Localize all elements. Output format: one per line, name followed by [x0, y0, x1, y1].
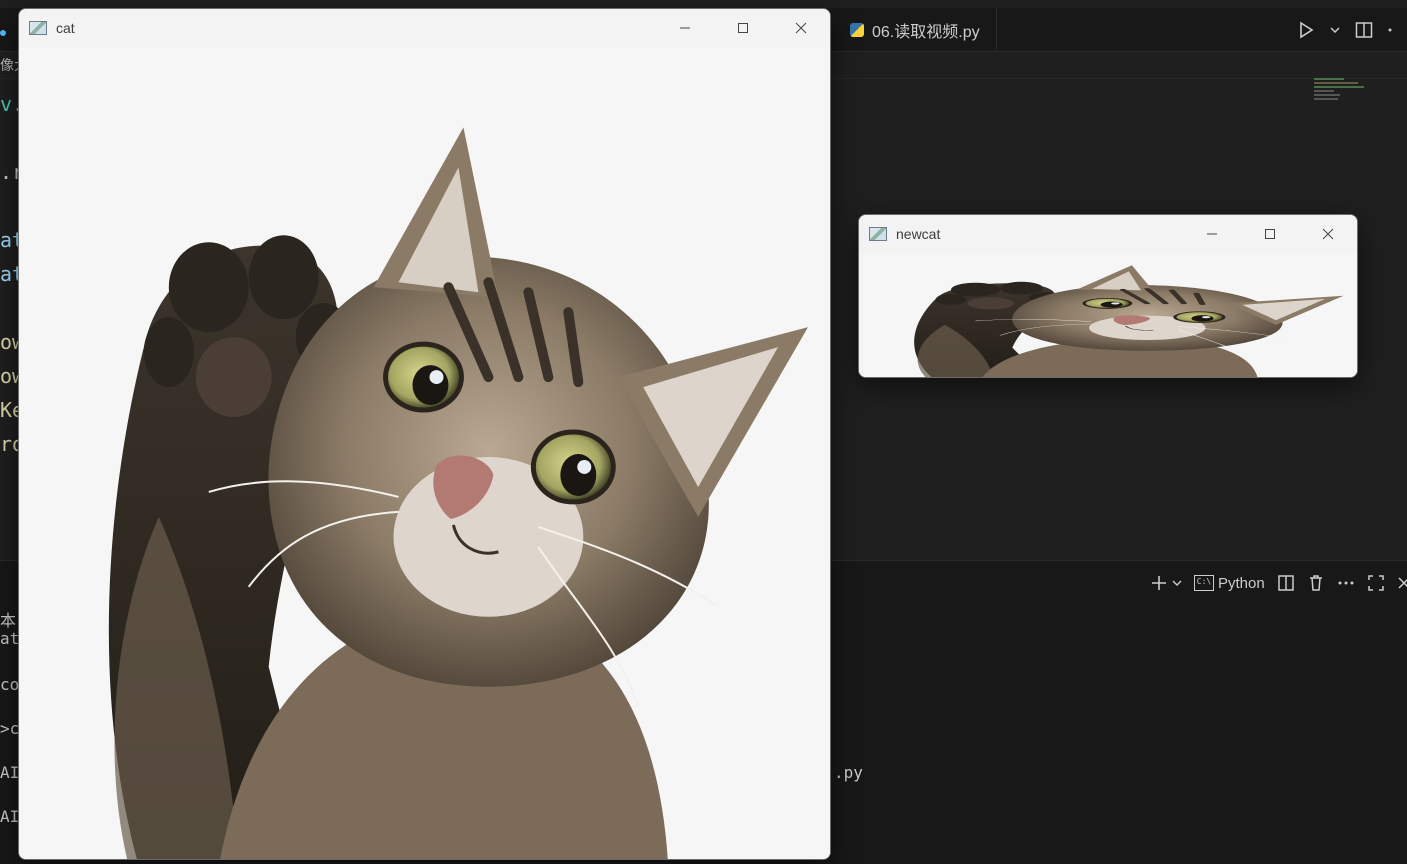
cat-photo	[19, 47, 830, 859]
minimize-button[interactable]	[1183, 215, 1241, 253]
newcat-titlebar[interactable]: newcat	[859, 215, 1357, 253]
tab-label: 06.读取视频.py	[872, 24, 980, 41]
editor-actions	[1297, 8, 1407, 52]
window-controls	[1183, 215, 1357, 253]
maximize-icon	[1265, 229, 1275, 239]
close-button[interactable]	[1299, 215, 1357, 253]
chevron-down-icon[interactable]	[1172, 578, 1182, 588]
chevron-down-icon[interactable]	[1329, 24, 1341, 36]
minimize-button[interactable]	[656, 9, 714, 47]
cat-window[interactable]: cat	[18, 8, 831, 860]
terminal-line: .py	[834, 763, 863, 782]
split-editor-icon[interactable]	[1355, 21, 1373, 39]
maximize-panel-icon[interactable]	[1367, 574, 1385, 592]
window-title: newcat	[896, 226, 941, 242]
close-panel-icon[interactable]	[1397, 576, 1407, 590]
split-terminal-icon[interactable]	[1277, 574, 1295, 592]
close-icon	[795, 22, 807, 34]
terminal-line: 本	[0, 611, 17, 630]
add-terminal-icon[interactable]	[1150, 574, 1168, 592]
cat-photo-resized	[859, 253, 1357, 377]
minimize-icon	[1207, 233, 1217, 235]
python-file-icon	[850, 23, 864, 37]
panel-actions: C:\ Python	[1150, 570, 1407, 596]
cat-titlebar[interactable]: cat	[19, 9, 830, 47]
modified-dot-icon	[0, 30, 6, 36]
cat-image	[19, 47, 830, 859]
window-app-icon	[29, 21, 47, 35]
close-button[interactable]	[772, 9, 830, 47]
more-actions-icon[interactable]	[1337, 574, 1355, 592]
run-icon[interactable]	[1297, 21, 1315, 39]
terminal-line: AI	[0, 763, 20, 782]
minimize-icon	[680, 27, 690, 29]
trash-icon[interactable]	[1307, 574, 1325, 592]
window-title: cat	[56, 20, 75, 36]
window-app-icon	[869, 227, 887, 241]
newcat-window[interactable]: newcat	[858, 214, 1358, 378]
close-icon	[1322, 228, 1334, 240]
tab-read-video[interactable]: 06.读取视频.py	[834, 8, 997, 52]
newcat-image	[859, 253, 1357, 377]
maximize-icon	[738, 23, 748, 33]
window-controls	[656, 9, 830, 47]
terminal-profile-label[interactable]: Python	[1218, 575, 1265, 592]
maximize-button[interactable]	[1241, 215, 1299, 253]
minimap[interactable]	[1314, 78, 1366, 106]
terminal-line: AI	[0, 807, 20, 826]
more-actions-icon[interactable]	[1387, 21, 1393, 39]
terminal-profile-icon: C:\	[1194, 575, 1214, 591]
maximize-button[interactable]	[714, 9, 772, 47]
